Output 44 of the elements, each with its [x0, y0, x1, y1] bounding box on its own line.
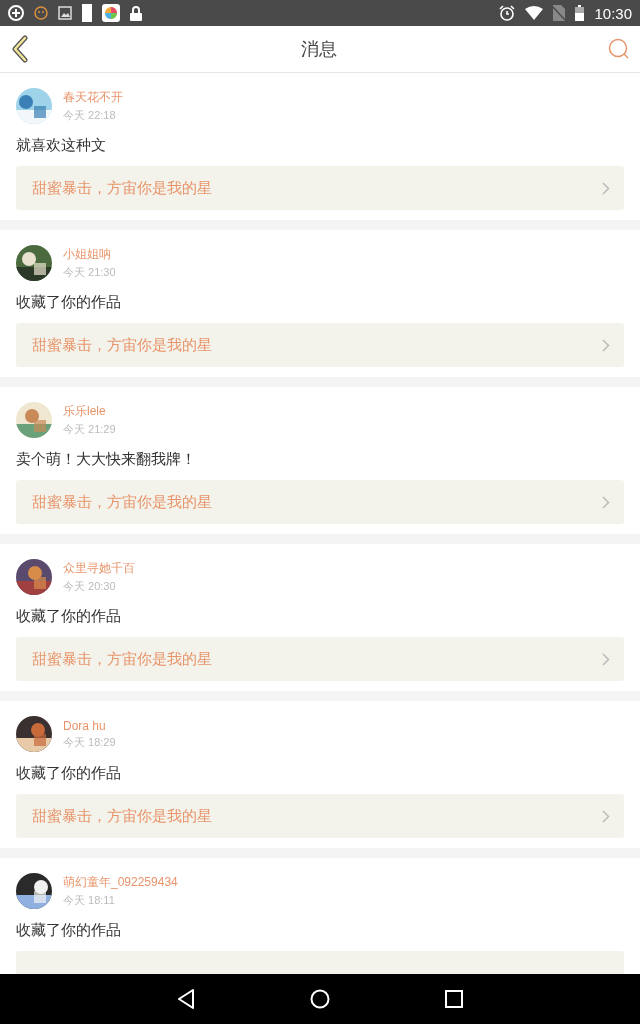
- message-text: 收藏了你的作品: [16, 607, 122, 626]
- message-text: 收藏了你的作品: [16, 293, 122, 312]
- user-name[interactable]: 萌幻童年_092259434: [63, 874, 178, 891]
- user-name[interactable]: Dora hu: [63, 718, 116, 733]
- message-text: 收藏了你的作品: [16, 921, 122, 940]
- clock-time: 10:30: [594, 4, 632, 22]
- story-link[interactable]: 甜蜜暴击，方宙你是我的星: [16, 480, 624, 524]
- alarm-clock-icon: [499, 5, 516, 21]
- message-time: 今天 22:18: [63, 108, 117, 123]
- back-nav-button[interactable]: [177, 989, 196, 1009]
- chevron-right-icon: [602, 809, 610, 823]
- back-button[interactable]: [10, 35, 30, 63]
- message-time: 今天 21:30: [63, 265, 116, 280]
- user-name[interactable]: 乐乐lele: [63, 403, 116, 420]
- no-sim-icon: [553, 5, 566, 21]
- image-icon: [58, 6, 72, 20]
- message-time: 今天 20:30: [63, 579, 117, 594]
- chevron-right-icon: [602, 652, 610, 666]
- message-text: 卖个萌！大大快来翻我牌！: [16, 450, 197, 469]
- smiley-icon: [34, 6, 48, 20]
- wifi-icon: [525, 6, 544, 20]
- chevron-right-icon: [602, 338, 610, 352]
- app-icon: [102, 4, 120, 22]
- message-time: 今天 18:29: [63, 734, 116, 750]
- rectangle-icon: [82, 4, 92, 22]
- message-text: 就喜欢这种文: [16, 136, 107, 155]
- story-link[interactable]: 甜蜜暴击，方宙你是我的星: [16, 166, 624, 210]
- chevron-right-icon: [602, 495, 610, 509]
- user-name[interactable]: 春天花不开: [63, 89, 123, 106]
- story-link[interactable]: 甜蜜暴击，方宙你是我的星: [16, 637, 624, 681]
- user-name[interactable]: 众里寻她千百: [63, 560, 135, 577]
- story-link[interactable]: 甜蜜暴击，方宙你是我的星: [16, 794, 624, 838]
- message-time: 今天 18:11: [63, 893, 116, 908]
- lock-icon: [130, 5, 142, 21]
- home-nav-button[interactable]: [310, 989, 330, 1009]
- page-title: 消息: [301, 37, 337, 61]
- story-link[interactable]: 甜蜜暴击，方宙你是我的星: [16, 323, 624, 367]
- message-text: 收藏了你的作品: [16, 764, 122, 783]
- user-name[interactable]: 小姐姐呐: [63, 246, 116, 263]
- recents-nav-button[interactable]: [444, 990, 463, 1008]
- message-time: 今天 21:29: [63, 422, 116, 437]
- battery-icon: [575, 5, 585, 21]
- plus-circle-icon: [8, 5, 24, 21]
- chevron-right-icon: [602, 181, 610, 195]
